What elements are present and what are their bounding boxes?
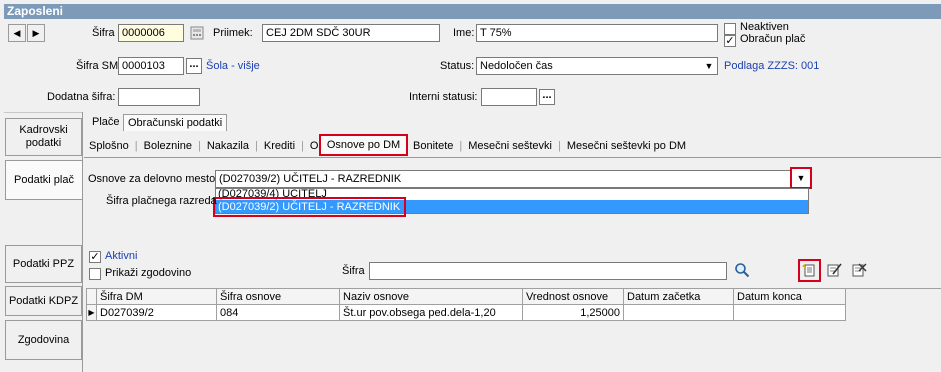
interni-statusi-lookup-button[interactable]: ... xyxy=(539,89,555,105)
subtab-splosno[interactable]: Splošno xyxy=(86,140,132,152)
priimek-field[interactable]: CEJ 2DM SDČ 30UR xyxy=(262,24,440,42)
prev-record-button[interactable]: ◀ xyxy=(8,24,26,42)
interni-statusi-label: Interni statusi: xyxy=(409,91,478,103)
osnove-table: Šifra DM Šifra osnove Naziv osnove Vredn… xyxy=(86,288,846,321)
subtab-mesecni-sestevki[interactable]: Mesečni seštevki xyxy=(465,140,555,152)
priimek-label: Priimek: xyxy=(213,27,253,39)
delete-icon[interactable] xyxy=(851,262,867,278)
prikazi-zgodovino-checkbox[interactable] xyxy=(89,268,101,280)
column-header[interactable]: Datum začetka xyxy=(623,288,734,305)
ime-field[interactable]: T 75% xyxy=(476,24,718,42)
table-header-row: Šifra DM Šifra osnove Naziv osnove Vredn… xyxy=(86,288,846,305)
status-dropdown-arrow-icon[interactable]: ▼ xyxy=(701,58,717,74)
sidebar-item-kdpz[interactable]: Podatki KDPZ xyxy=(5,286,82,316)
aktivni-checkbox[interactable]: ✓ xyxy=(89,251,101,263)
subtab-boleznine[interactable]: Boleznine xyxy=(141,140,195,152)
prikazi-zgodovino-label: Prikaži zgodovino xyxy=(105,267,192,279)
interni-statusi-field[interactable] xyxy=(481,88,537,106)
subtab-bonitete[interactable]: Bonitete xyxy=(410,140,456,152)
current-row-indicator-icon: ▶ xyxy=(86,304,97,321)
subtab-underline xyxy=(84,157,941,158)
osnove-dropdown-arrow-icon[interactable]: ▼ xyxy=(790,167,812,189)
sifra-sm-label: Šifra SM xyxy=(76,60,119,72)
sidebar-item-label: Zgodovina xyxy=(17,333,70,346)
new-document-icon xyxy=(802,264,815,277)
status-dropdown[interactable]: Nedoločen čas xyxy=(476,57,718,75)
sifra-filter-input[interactable] xyxy=(369,262,727,280)
dodatna-sifra-field[interactable] xyxy=(118,88,200,106)
table-cell[interactable]: 084 xyxy=(216,304,340,321)
table-cell[interactable]: D027039/2 xyxy=(96,304,217,321)
subtab-separator: | xyxy=(134,140,138,152)
subtab-mesecni-sestevki-po-dm[interactable]: Mesečni seštevki po DM xyxy=(564,140,689,152)
sidebar-item-label: Podatki plač xyxy=(14,173,74,186)
table-row[interactable]: ▶ D027039/2 084 Št.ur pov.obsega ped.del… xyxy=(86,304,846,321)
sifra-label: Šifra xyxy=(92,27,115,39)
subtab-separator: | xyxy=(301,140,304,152)
sidebar-item-kadrovski[interactable]: Kadrovski podatki xyxy=(5,118,82,156)
sidebar-item-label: Podatki PPZ xyxy=(12,257,75,270)
next-record-button[interactable]: ▶ xyxy=(27,24,45,42)
sidebar-item-podatki-plac[interactable]: Podatki plač xyxy=(5,160,82,200)
table-cell[interactable] xyxy=(623,304,734,321)
search-icon[interactable] xyxy=(734,262,750,278)
calculator-icon[interactable] xyxy=(190,26,204,40)
table-cell[interactable] xyxy=(733,304,846,321)
tab-obracunski-podatki[interactable]: Obračunski podatki xyxy=(123,114,228,131)
new-record-button[interactable] xyxy=(798,259,821,282)
neaktiven-checkbox[interactable] xyxy=(724,23,736,35)
sifra-sm-name-link[interactable]: Šola - višje xyxy=(206,57,260,75)
tab-place[interactable]: Plače xyxy=(88,114,125,131)
osnove-dropdown[interactable]: (D027039/2) UČITELJ - RAZREDNIK xyxy=(215,170,809,188)
subtab-krediti[interactable]: Krediti xyxy=(261,140,298,152)
edit-icon[interactable] xyxy=(826,262,842,278)
column-header[interactable]: Naziv osnove xyxy=(339,288,523,305)
subtab-row-right: Bonitete | Mesečni seštevki | Mesečni seštev… xyxy=(410,139,689,153)
sidebar-item-ppz[interactable]: Podatki PPZ xyxy=(5,245,82,283)
sidebar-item-label: Kadrovski podatki xyxy=(19,124,68,149)
window-title: Zaposleni xyxy=(4,4,941,19)
podlaga-zzzs-text: Podlaga ZZZS: 001 xyxy=(724,60,820,72)
neaktiven-label: Neaktiven xyxy=(740,21,789,33)
subtab-separator: | xyxy=(197,140,201,152)
status-label: Status: xyxy=(440,60,475,72)
osnove-selected-value: (D027039/2) UČITELJ - RAZREDNIK xyxy=(219,173,402,185)
table-cell[interactable]: 1,25000 xyxy=(522,304,624,321)
subtab-separator: | xyxy=(459,140,463,152)
column-header[interactable]: Datum konca xyxy=(733,288,846,305)
obracun-label: Obračun plač xyxy=(740,33,806,45)
selected-option-highlight-frame xyxy=(213,197,406,217)
obracun-checkbox[interactable]: ✓ xyxy=(724,35,736,47)
column-header[interactable]: Šifra DM xyxy=(96,288,217,305)
sifra-filter-label: Šifra xyxy=(342,265,365,277)
dodatna-sifra-label: Dodatna šifra: xyxy=(47,91,116,103)
subtab-separator: | xyxy=(558,140,561,152)
ime-label: Ime: xyxy=(453,27,475,39)
column-header[interactable]: Vrednost osnove xyxy=(522,288,624,305)
sifra-sm-field[interactable]: 0000103 xyxy=(118,57,184,75)
table-cell[interactable]: Št.ur pov.obsega ped.dela-1,20 xyxy=(339,304,523,321)
placni-razred-label: Šifra plačnega razreda xyxy=(106,195,217,207)
sidebar-item-zgodovina[interactable]: Zgodovina xyxy=(5,320,82,360)
sifra-sm-lookup-button[interactable]: ... xyxy=(186,58,202,74)
osnove-label: Osnove za delovno mesto xyxy=(88,173,216,185)
status-value: Nedoločen čas xyxy=(480,60,553,72)
column-header[interactable]: Šifra osnove xyxy=(216,288,340,305)
subtab-separator: | xyxy=(255,140,258,152)
aktivni-label: Aktivni xyxy=(105,250,138,262)
row-indicator-header xyxy=(86,288,97,305)
subtab-nakazila[interactable]: Nakazila xyxy=(204,140,252,152)
sidebar-item-label: Podatki KDPZ xyxy=(8,294,79,307)
subtab-osnove-po-dm[interactable]: Osnove po DM xyxy=(319,134,408,156)
subtab-row: Splošno|Boleznine|Nakazila|Krediti|Osnov… xyxy=(86,139,351,153)
sifra-field[interactable]: 0000006 xyxy=(118,24,184,42)
